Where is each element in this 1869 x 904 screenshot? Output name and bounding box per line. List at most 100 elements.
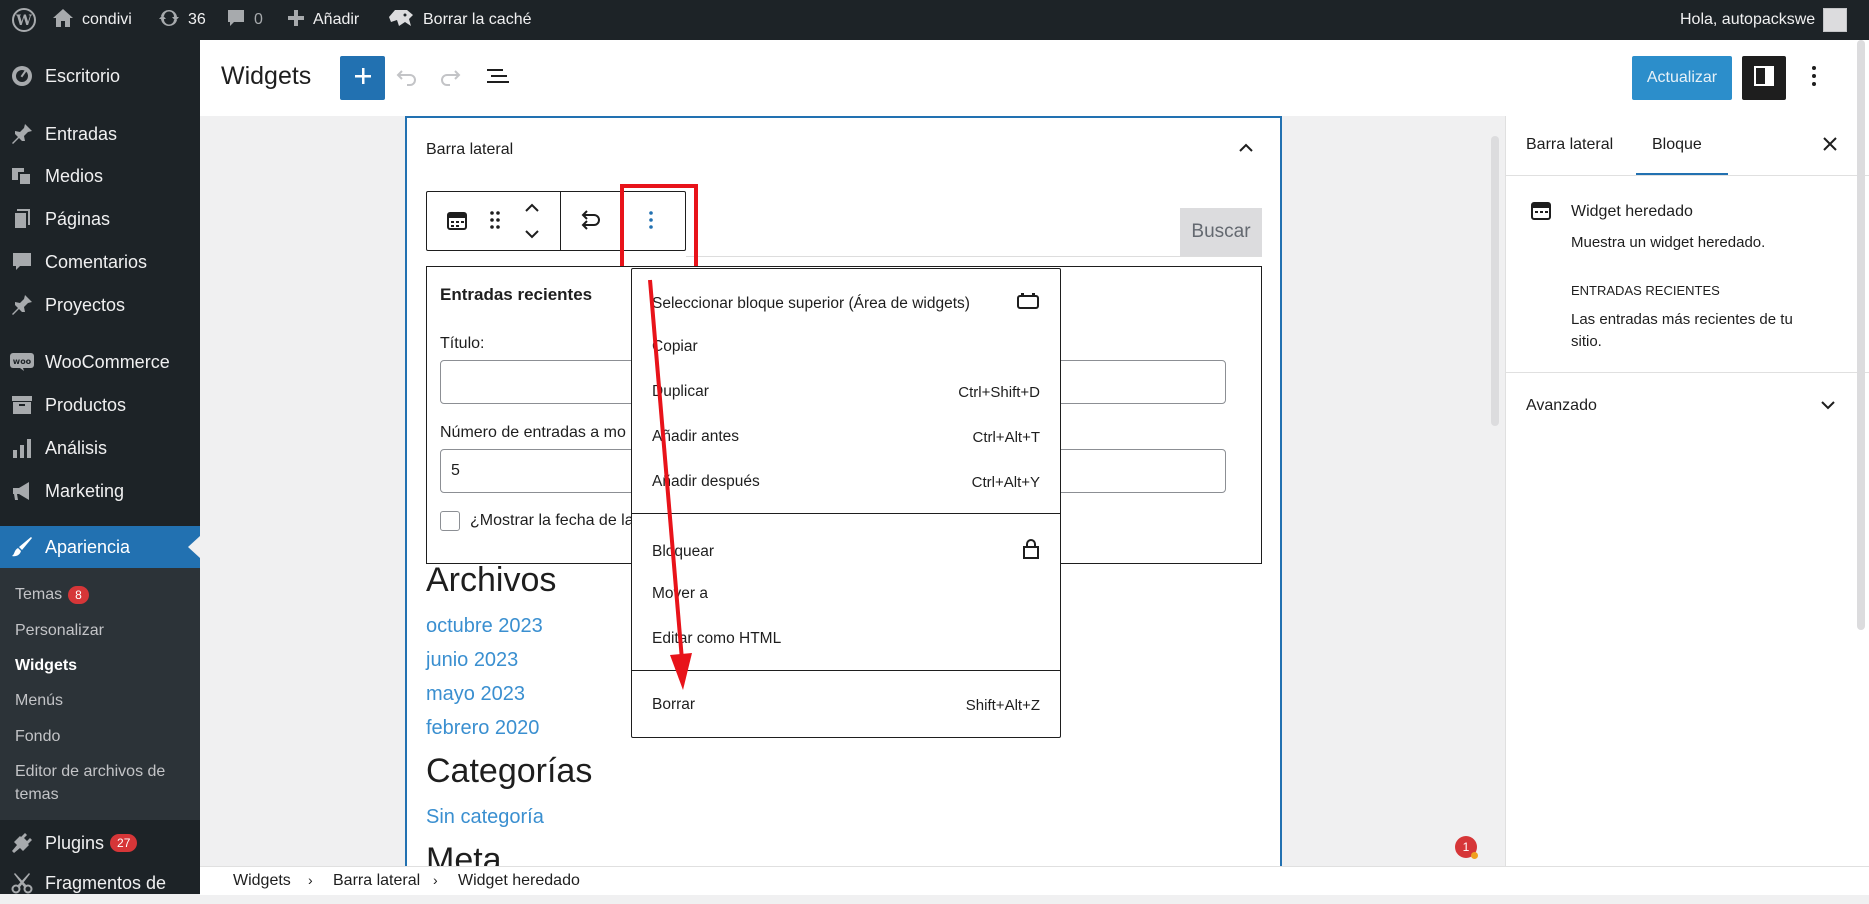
page-icon (10, 207, 34, 231)
widget-area-title[interactable]: Barra lateral (426, 141, 513, 159)
highlight-box (620, 184, 698, 272)
submenu-item-temas[interactable]: Temas 8 (15, 586, 89, 604)
list-view-button[interactable] (484, 64, 512, 92)
widget-type-label: ENTRADAS RECIENTES (1571, 283, 1720, 298)
sidebar-item-woocommerce[interactable]: woo WooCommerce (0, 341, 200, 383)
admin-bar: W condivi 36 0 Añadir Borrar la caché Ho… (0, 0, 1869, 40)
sidebar-item-escritorio[interactable]: Escritorio (0, 55, 200, 97)
sidebar-item-label: Productos (45, 394, 127, 415)
canvas-scrollbar[interactable] (1491, 136, 1499, 426)
sidebar-item-label: Plugins (45, 832, 105, 853)
update-icon (158, 8, 180, 33)
wordpress-logo-icon[interactable]: W (12, 0, 36, 40)
sidebar-item-fragmentos[interactable]: Fragmentos de (0, 862, 200, 904)
widget-type-description: Las entradas más recientes de tu (1571, 311, 1793, 328)
plus-icon (353, 66, 373, 91)
sidebar-item-label: Proyectos (45, 294, 126, 315)
chevron-down-icon (524, 226, 540, 244)
breadcrumb-item[interactable]: Widgets (233, 872, 291, 890)
categories-heading: Categorías (426, 752, 593, 790)
chevron-right-icon: › (433, 872, 438, 888)
chevron-down-icon (1820, 397, 1836, 415)
tab-block[interactable]: Bloque (1652, 136, 1702, 154)
sidebar-item-apariencia[interactable]: Apariencia (0, 526, 200, 568)
menu-item-duplicate[interactable]: Duplicar Ctrl+Shift+D (652, 383, 1040, 401)
move-down-button[interactable] (518, 224, 546, 246)
submenu-label: Temas (15, 586, 63, 604)
sidebar-item-marketing[interactable]: Marketing (0, 470, 200, 512)
updates-link[interactable]: 36 (158, 0, 206, 40)
category-link[interactable]: Sin categoría (426, 806, 544, 829)
panel-divider (1505, 175, 1869, 176)
undo-icon (394, 66, 418, 91)
sidebar-item-paginas[interactable]: Páginas (0, 198, 200, 240)
page-scrollbar[interactable] (1857, 40, 1865, 630)
site-name-link[interactable]: condivi (52, 0, 132, 40)
archive-link[interactable]: octubre 2023 (426, 615, 543, 638)
sidebar-item-medios[interactable]: Medios (0, 155, 200, 197)
dashboard-icon (10, 64, 34, 88)
block-type-button[interactable] (443, 208, 471, 236)
svg-text:woo: woo (13, 357, 32, 366)
plugins-update-badge: 27 (110, 834, 138, 852)
redo-button[interactable] (437, 64, 465, 92)
search-widget-input[interactable] (686, 208, 1262, 257)
scissors-icon (10, 871, 34, 895)
advanced-panel-toggle[interactable]: Avanzado (1526, 397, 1836, 415)
update-button[interactable]: Actualizar (1632, 56, 1732, 100)
greeting: Hola, autopackswe (1680, 11, 1816, 28)
settings-sidebar-toggle[interactable] (1742, 56, 1786, 100)
block-card-title: Widget heredado (1571, 203, 1693, 220)
menu-item-move-to[interactable]: Mover a (652, 585, 1040, 603)
breadcrumb-item[interactable]: Barra lateral (333, 872, 420, 890)
archive-link[interactable]: mayo 2023 (426, 683, 525, 706)
submenu-item-menus[interactable]: Menús (15, 692, 63, 710)
comments-link[interactable]: 0 (226, 0, 263, 40)
drag-handle[interactable] (482, 208, 508, 236)
add-new-link[interactable]: Añadir (287, 0, 359, 40)
list-view-icon (486, 66, 510, 91)
menu-item-insert-after[interactable]: Añadir después Ctrl+Alt+Y (652, 473, 1040, 491)
show-date-checkbox[interactable] (440, 511, 460, 531)
menu-item-edit-html[interactable]: Editar como HTML (652, 630, 1040, 648)
widget-type-description-cont: sitio. (1571, 333, 1602, 350)
undo-button[interactable] (392, 64, 420, 92)
breadcrumb-item-current: Widget heredado (458, 872, 580, 889)
sidebar-item-entradas[interactable]: Entradas (0, 113, 200, 155)
sidebar-item-productos[interactable]: Productos (0, 384, 200, 426)
collapse-area-button[interactable] (1233, 136, 1259, 162)
tab-sidebar[interactable]: Barra lateral (1526, 136, 1613, 154)
sidebar-toggle-icon (1753, 65, 1775, 92)
close-icon (1823, 136, 1837, 156)
menu-item-select-parent[interactable]: Seleccionar bloque superior (Área de wid… (652, 292, 1040, 315)
plug-icon (10, 831, 34, 855)
block-inserter-button[interactable] (340, 56, 385, 100)
sidebar-item-label: Comentarios (45, 251, 148, 272)
close-panel-button[interactable] (1817, 133, 1843, 159)
clear-cache-link[interactable]: Borrar la caché (387, 0, 532, 40)
menu-item-insert-before[interactable]: Añadir antes Ctrl+Alt+T (652, 428, 1040, 446)
submenu-item-editor[interactable]: Editor de archivos de (15, 763, 165, 781)
convert-button[interactable] (576, 208, 604, 236)
submenu-item-editor-cont[interactable]: temas (15, 786, 59, 804)
submenu-item-personalizar[interactable]: Personalizar (15, 622, 104, 640)
sidebar-item-comentarios[interactable]: Comentarios (0, 241, 200, 283)
svg-text:W: W (15, 13, 32, 29)
menu-item-remove[interactable]: Borrar Shift+Alt+Z (652, 696, 1040, 714)
menu-item-lock[interactable]: Bloquear (652, 538, 1040, 565)
archive-link[interactable]: junio 2023 (426, 649, 518, 672)
move-up-button[interactable] (518, 198, 546, 220)
menu-item-copy[interactable]: Copiar (652, 338, 1040, 356)
options-button[interactable] (1800, 64, 1828, 92)
submenu-item-widgets[interactable]: Widgets (15, 657, 77, 675)
sidebar-item-proyectos[interactable]: Proyectos (0, 284, 200, 326)
archive-link[interactable]: febrero 2020 (426, 717, 539, 740)
search-widget-button[interactable]: Buscar (1180, 208, 1262, 256)
comments-count: 0 (254, 11, 263, 28)
sidebar-item-label: Análisis (45, 437, 108, 458)
sidebar-item-analisis[interactable]: Análisis (0, 427, 200, 469)
sidebar-item-plugins[interactable]: Plugins 27 (0, 822, 200, 864)
account-menu[interactable]: Hola, autopackswe (1680, 0, 1848, 40)
menu-item-shortcut: Shift+Alt+Z (965, 696, 1040, 714)
submenu-item-fondo[interactable]: Fondo (15, 728, 60, 746)
